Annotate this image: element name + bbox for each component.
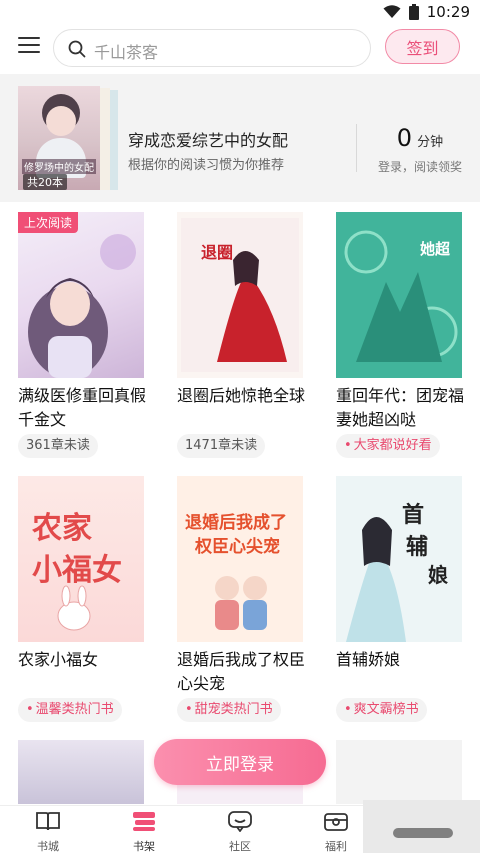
svg-text:首: 首: [402, 502, 424, 528]
book-card[interactable]: [336, 740, 462, 804]
cover-art: 退圈: [181, 218, 299, 372]
menu-icon[interactable]: [18, 37, 40, 57]
login-button[interactable]: 立即登录: [154, 739, 326, 785]
svg-text:权臣心尖宠: 权臣心尖宠: [194, 536, 280, 557]
svg-text:退圈: 退圈: [201, 243, 233, 262]
nav-label: 社区: [229, 840, 251, 853]
book-tag: 361章未读: [18, 434, 98, 458]
book-card[interactable]: [18, 740, 144, 804]
last-read-badge: 上次阅读: [18, 212, 79, 233]
hero-cover-title: 修罗场中的女配: [22, 159, 96, 174]
book-tag: 爽文霸榜书: [336, 698, 427, 722]
book-tag: 大家都说好看: [336, 434, 440, 458]
gift-box-icon: [324, 813, 348, 831]
hero-book-stack[interactable]: 修罗场中的女配 共20本: [18, 86, 118, 192]
minutes-login-hint[interactable]: 登录，阅读领奖: [372, 158, 468, 175]
divider: [356, 124, 357, 172]
book-cover[interactable]: 上次阅读: [18, 212, 144, 378]
book-title[interactable]: 退圈后她惊艳全球: [177, 384, 309, 408]
svg-text:辅: 辅: [406, 534, 428, 560]
status-time: 10:29: [426, 3, 470, 21]
book-tag: 甜宠类热门书: [177, 698, 281, 722]
reading-minutes[interactable]: 0 分钟: [372, 124, 468, 152]
signin-button[interactable]: 签到: [385, 29, 460, 64]
book-title[interactable]: 退婚后我成了权臣心尖宠: [177, 648, 309, 696]
minutes-value: 0: [396, 124, 413, 152]
book-title[interactable]: 农家小福女: [18, 648, 150, 672]
book-cover[interactable]: 首 辅 娘: [336, 476, 462, 642]
search-input[interactable]: 千山茶客: [53, 29, 371, 67]
book-title[interactable]: 首辅娇娘: [336, 648, 468, 672]
hero-subtitle: 根据你的阅读习惯为你推荐: [128, 158, 285, 173]
nav-bookstore[interactable]: 书城: [18, 810, 78, 853]
wifi-icon: [383, 5, 401, 18]
cover-art: 首 辅 娘: [336, 476, 462, 642]
book-title[interactable]: 重回年代：团宠福妻她超凶哒: [336, 384, 468, 432]
svg-text:农家: 农家: [31, 511, 92, 546]
bookshelf-icon: [133, 812, 155, 831]
nav-welfare[interactable]: 福利: [306, 810, 366, 853]
minutes-unit: 分钟: [417, 135, 444, 150]
cover-art: 她超: [336, 212, 462, 378]
cover-art: 退婚后我成了 权臣心尖宠: [177, 476, 303, 642]
book-cover[interactable]: [18, 740, 144, 804]
search-icon: [68, 40, 86, 58]
chat-bubble-icon: [228, 811, 252, 833]
battery-icon: [408, 4, 419, 20]
book-cover[interactable]: 退圈: [177, 212, 303, 378]
book-tag: 1471章未读: [177, 434, 266, 458]
svg-text:娘: 娘: [428, 563, 448, 587]
svg-text:退婚后我成了: 退婚后我成了: [185, 512, 287, 533]
hero-book-title: 穿成恋爱综艺中的女配: [128, 131, 289, 150]
book-tag: 温馨类热门书: [18, 698, 122, 722]
nav-bookshelf[interactable]: 书架: [114, 810, 174, 853]
nav-label: 福利: [325, 840, 347, 853]
status-bar: 10:29: [0, 0, 480, 24]
recommend-banner[interactable]: 修罗场中的女配 共20本 穿成恋爱综艺中的女配 根据你的阅读习惯为你推荐 0 分…: [0, 74, 480, 202]
nav-community[interactable]: 社区: [210, 810, 270, 853]
search-placeholder: 千山茶客: [94, 43, 159, 62]
nav-label: 书架: [133, 840, 155, 853]
book-title[interactable]: 满级医修重回真假千金文: [18, 384, 150, 432]
nav-label: 书城: [37, 840, 59, 853]
cover-art: 农家 小福女: [31, 511, 122, 631]
svg-text:小福女: 小福女: [32, 553, 122, 588]
book-cover[interactable]: 农家 小福女: [18, 476, 144, 642]
top-header: 千山茶客 签到: [0, 24, 480, 72]
svg-text:她超: 她超: [420, 240, 451, 258]
book-cover[interactable]: 退婚后我成了 权臣心尖宠: [177, 476, 303, 642]
book-count-badge: 共20本: [23, 174, 67, 190]
book-cover[interactable]: [336, 740, 462, 804]
cover-art: [28, 234, 136, 378]
book-cover[interactable]: 她超: [336, 212, 462, 378]
system-gesture-area: [363, 800, 480, 853]
book-open-icon: [36, 812, 60, 831]
